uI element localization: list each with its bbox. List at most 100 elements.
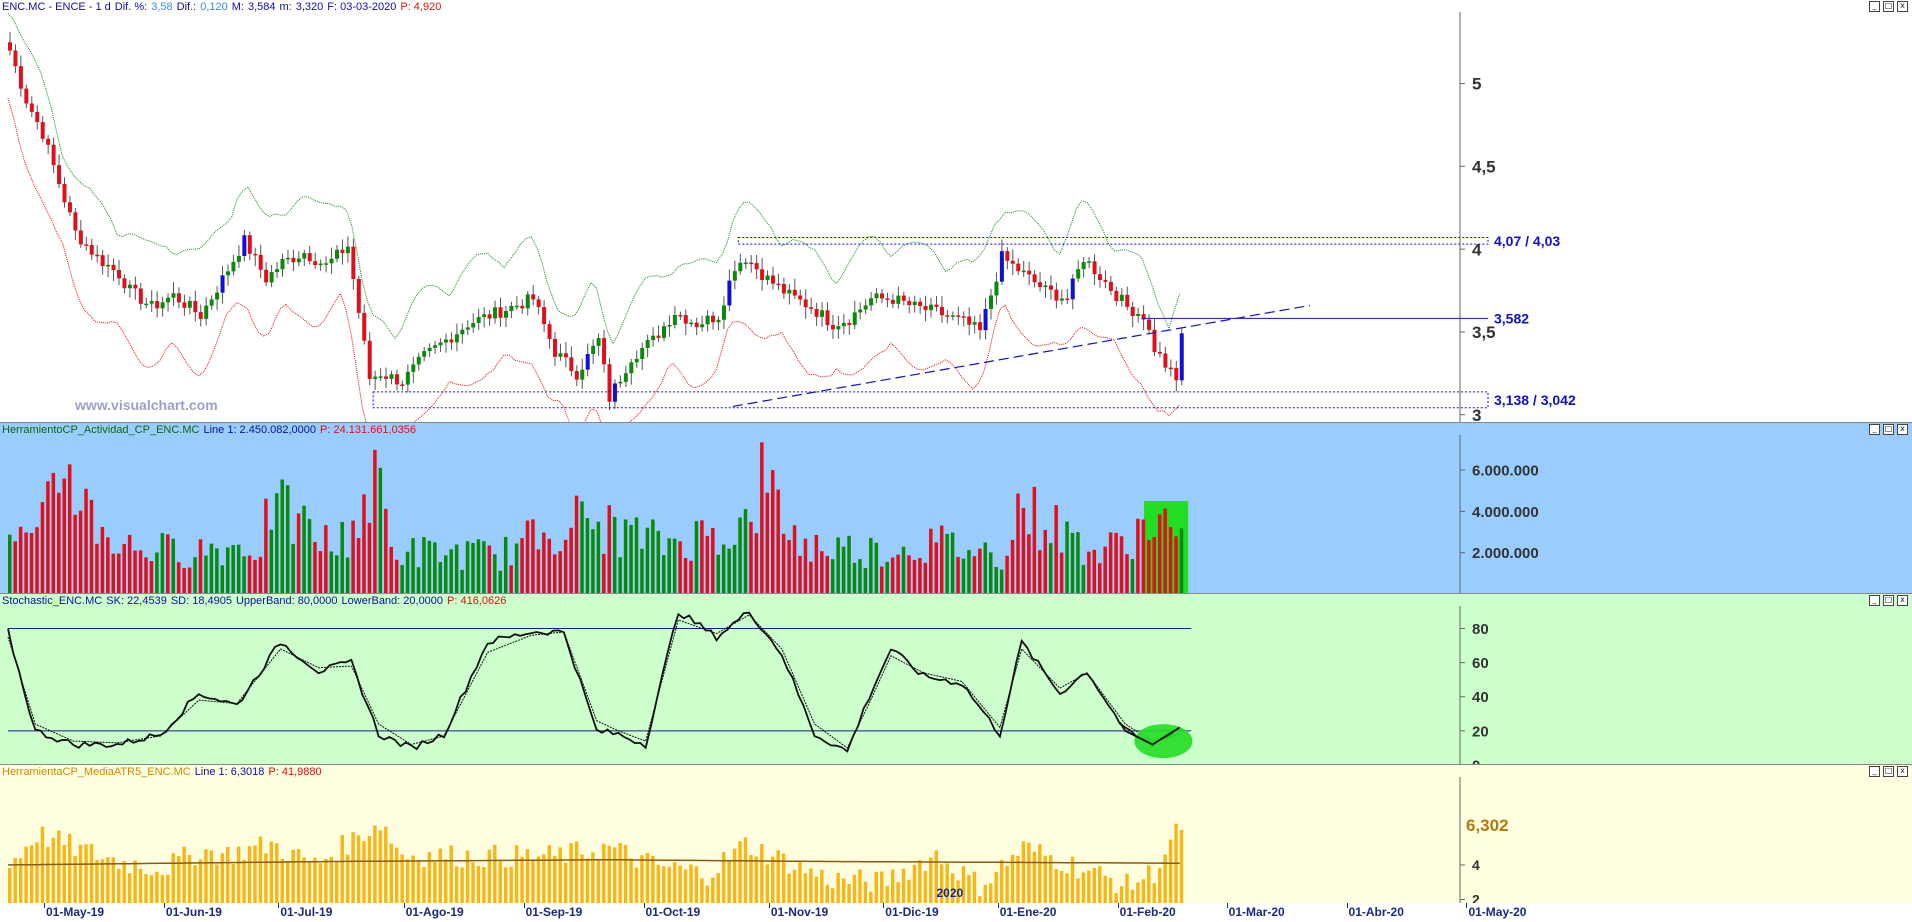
- atr-bar: [651, 855, 655, 903]
- atr-bar: [117, 868, 121, 903]
- candle: [13, 50, 18, 67]
- candle: [182, 302, 187, 308]
- atr-bar: [749, 855, 753, 903]
- maximize-icon[interactable]: □: [1883, 595, 1894, 606]
- candle: [749, 262, 754, 265]
- atr-bar: [694, 866, 699, 903]
- x-tick-label: 01-Abr-20: [1348, 905, 1404, 919]
- atr-bar: [187, 855, 192, 903]
- volume-bar: [825, 555, 829, 593]
- atr-bar: [841, 878, 846, 903]
- support-resistance-zone: [737, 237, 1489, 245]
- atr-bar: [296, 848, 301, 903]
- volume-bar: [918, 558, 922, 593]
- candle: [340, 249, 345, 254]
- candle: [1005, 251, 1010, 261]
- candle: [356, 278, 361, 313]
- candle: [285, 257, 290, 260]
- atr-bar: [776, 850, 780, 903]
- maximize-icon[interactable]: □: [1883, 1, 1894, 12]
- stochastic-panel[interactable]: Stochastic_ENC.MC SK: 22,4539 SD: 18,4905 U…: [0, 594, 1912, 765]
- atr-bar: [1005, 865, 1009, 903]
- y-tick-label: 2.000.000: [1472, 545, 1539, 562]
- volume-bar: [144, 557, 148, 593]
- candle: [716, 319, 721, 323]
- volume-bar: [841, 546, 846, 593]
- volume-bar: [1070, 532, 1075, 593]
- y-tick-label: 60: [1472, 655, 1489, 672]
- price-panel[interactable]: ENC.MC - ENCE - 1 d Dif. %: 3,58 Dif.: 0,120…: [0, 0, 1912, 423]
- atr-bar: [558, 847, 562, 903]
- volume-bar: [253, 559, 257, 593]
- atr-bar: [356, 835, 361, 903]
- candle: [787, 289, 792, 294]
- volume-bar: [694, 521, 699, 593]
- volume-bar: [220, 565, 225, 593]
- candle: [373, 376, 378, 379]
- volume-panel[interactable]: HerramientoCP_Actividad_CP_ENC.MC Line 1:…: [0, 423, 1912, 594]
- close-icon[interactable]: x: [1897, 1, 1908, 12]
- minimize-icon[interactable]: _: [1869, 595, 1880, 606]
- atr-chart[interactable]: 4 2 6,302 2020: [0, 765, 1912, 903]
- candle: [727, 280, 732, 306]
- minimize-icon[interactable]: _: [1869, 766, 1880, 777]
- atr-bar: [411, 855, 415, 903]
- y-tick-label: 6.000.000: [1472, 462, 1539, 479]
- volume-bar: [454, 544, 459, 593]
- volume-bar: [416, 567, 421, 593]
- candle: [934, 304, 939, 307]
- volume-bar: [939, 525, 944, 593]
- candle: [422, 351, 427, 357]
- atr-bar: [127, 873, 132, 903]
- atr-bar: [820, 869, 824, 903]
- candle: [618, 381, 623, 384]
- minimize-icon[interactable]: _: [1869, 424, 1880, 435]
- candle: [640, 347, 645, 359]
- candle: [950, 315, 955, 317]
- maximize-icon[interactable]: □: [1883, 424, 1894, 435]
- candle: [302, 253, 307, 259]
- candle: [1027, 270, 1032, 275]
- atr-bar: [285, 860, 290, 903]
- candle: [852, 312, 857, 325]
- volume-bar: [978, 548, 982, 593]
- candle: [994, 281, 999, 296]
- atr-bar: [923, 870, 928, 903]
- volume-bar: [275, 493, 279, 593]
- atr-bar: [623, 845, 628, 903]
- volume-bar: [1157, 514, 1162, 593]
- volume-bar: [405, 551, 410, 593]
- atr-bar: [405, 859, 410, 903]
- price-chart[interactable]: 5 4,5 4 3,5 3 4,07 / 4,03 3,138 / 3,042 3,582 ww…: [0, 0, 1912, 423]
- header-field: F: 03-03-2020: [327, 1, 397, 13]
- candle: [907, 300, 912, 306]
- candle: [1092, 261, 1097, 275]
- minimize-icon[interactable]: _: [1869, 1, 1880, 12]
- volume-bar: [863, 567, 868, 593]
- stochastic-chart[interactable]: 80 60 40 20 0: [0, 594, 1912, 765]
- volume-bar: [542, 532, 546, 593]
- volume-bar: [820, 551, 824, 593]
- close-icon[interactable]: x: [1897, 595, 1908, 606]
- atr-bar: [929, 857, 933, 903]
- candle: [1087, 261, 1092, 263]
- close-icon[interactable]: x: [1897, 424, 1908, 435]
- y-tick-label: 2: [1472, 892, 1480, 903]
- atr-bar: [1108, 877, 1113, 903]
- atr-panel[interactable]: HerramientaCP_MediaATR5_ENC.MC Line 1: 6,…: [0, 765, 1912, 903]
- volume-bar: [307, 519, 312, 593]
- volume-bar: [934, 542, 938, 593]
- volume-bar: [1147, 539, 1151, 593]
- candle: [721, 305, 726, 320]
- maximize-icon[interactable]: □: [1883, 766, 1894, 777]
- candle: [465, 327, 470, 330]
- candle: [220, 275, 225, 293]
- close-icon[interactable]: x: [1897, 766, 1908, 777]
- x-tick-mark: [768, 903, 770, 908]
- atr-bar: [220, 853, 225, 903]
- volume-chart[interactable]: 6.000.000 4.000.000 2.000.000: [0, 423, 1912, 594]
- candle: [449, 339, 454, 343]
- atr-bar: [1163, 854, 1167, 903]
- atr-bar: [634, 867, 639, 903]
- candle: [563, 353, 568, 358]
